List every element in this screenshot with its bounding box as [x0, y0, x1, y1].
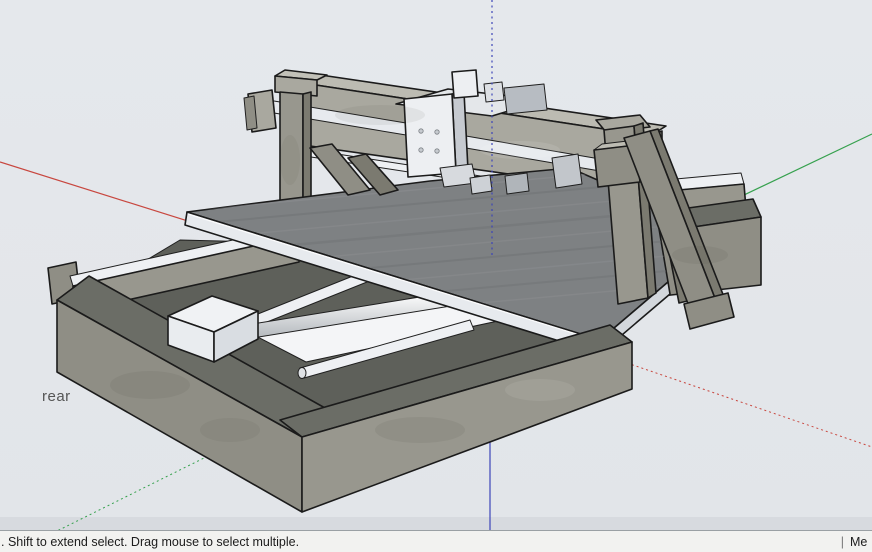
status-bar: . Shift to extend select. Drag mouse to … [0, 530, 872, 552]
cnc-machine-model[interactable] [48, 70, 761, 512]
bolt-hole [435, 149, 439, 153]
bolt-hole [419, 129, 423, 133]
scene-text-rear: rear [42, 388, 71, 405]
motor-block[interactable] [452, 70, 478, 98]
3d-viewport[interactable]: rear [0, 0, 872, 530]
ground-fade [0, 517, 872, 530]
model-scene[interactable] [0, 0, 872, 530]
status-message: . Shift to extend select. Drag mouse to … [0, 535, 299, 549]
status-separator: | [841, 535, 844, 549]
sketchup-window: rear . Shift to extend select. Drag mous… [0, 0, 872, 552]
bolt-hole [419, 148, 423, 152]
measurements-section: | Me [841, 535, 872, 549]
measurements-label[interactable]: Me [850, 535, 872, 549]
bolt-hole [435, 130, 439, 134]
